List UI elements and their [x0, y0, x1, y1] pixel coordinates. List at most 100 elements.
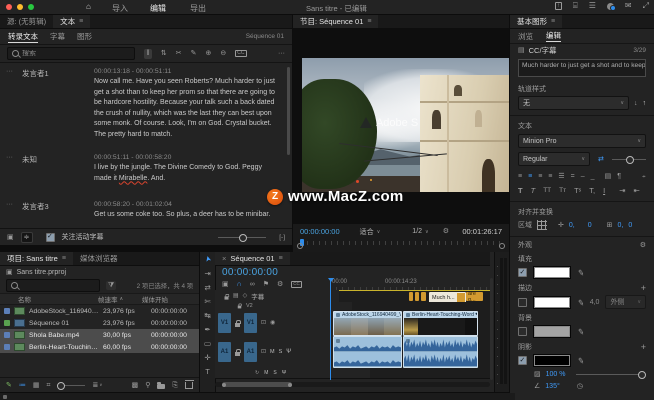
- column-name[interactable]: 名称: [18, 294, 98, 304]
- stroke-width-value[interactable]: 4,0: [590, 299, 600, 306]
- pull-style-icon[interactable]: ↑: [643, 100, 647, 107]
- stroke-type-dropdown[interactable]: 外侧∨: [605, 295, 646, 309]
- entry-text[interactable]: Get us some coke too. So plus, a deer ha…: [94, 210, 280, 221]
- kerning-icon[interactable]: ⇥: [619, 186, 625, 195]
- track-style-dropdown[interactable]: 无∨: [518, 96, 629, 110]
- transcript-search[interactable]: [7, 47, 135, 60]
- project-search[interactable]: [6, 279, 100, 292]
- menu-import[interactable]: 导入: [112, 3, 128, 14]
- project-file-name[interactable]: Sans titre.prproj: [17, 269, 66, 276]
- list-view-icon[interactable]: ≔: [19, 381, 26, 389]
- pen-tool[interactable]: ✒: [200, 322, 215, 336]
- add-speaker-icon[interactable]: ⊕: [206, 50, 212, 57]
- panel-menu-icon[interactable]: ≡: [367, 18, 371, 25]
- panel-menu-icon[interactable]: ≡: [62, 255, 66, 262]
- speaker-label[interactable]: 发言者3: [22, 201, 94, 212]
- fill-checkbox[interactable]: [518, 268, 527, 277]
- track-lock-icon[interactable]: [235, 323, 240, 327]
- anchor-y-value[interactable]: 0: [628, 222, 632, 229]
- scrollbar-thumb[interactable]: [222, 382, 292, 387]
- traffic-close-button[interactable]: [6, 4, 12, 10]
- tabs-options-icon[interactable]: ⍆: [642, 173, 646, 180]
- timeline-v-scrollbar[interactable]: [490, 278, 493, 380]
- track-output-eye-icon[interactable]: ◉: [270, 320, 275, 326]
- subtab-transcript[interactable]: 转录文本: [8, 31, 38, 43]
- caption-text-field[interactable]: Much harder to just get a shot and to ke…: [518, 59, 646, 77]
- caption-fragment[interactable]: [421, 292, 426, 301]
- transcript-search-input[interactable]: [22, 50, 130, 57]
- eg-tab-edit[interactable]: 编辑: [546, 30, 561, 42]
- align-right-icon[interactable]: ≡: [538, 173, 542, 180]
- add-marker-icon[interactable]: ⚑: [263, 281, 269, 288]
- remove-speaker-icon[interactable]: ⊖: [220, 50, 226, 57]
- slider-knob[interactable]: [239, 234, 247, 242]
- track-target-v1[interactable]: V1: [244, 313, 257, 333]
- source-patch-a1[interactable]: A1: [218, 342, 231, 362]
- icon-view-icon[interactable]: ▦: [33, 382, 40, 389]
- justify-last-left-icon[interactable]: ≡: [548, 173, 552, 180]
- item-name[interactable]: Séquence 01: [29, 320, 99, 327]
- track-lock-icon[interactable]: [238, 305, 242, 308]
- all-caps-icon[interactable]: TT: [543, 187, 551, 194]
- project-search-input[interactable]: [21, 282, 95, 289]
- track-lock-icon[interactable]: [235, 352, 240, 356]
- menu-export[interactable]: 导出: [190, 3, 206, 14]
- faux-italic-icon[interactable]: T: [531, 186, 536, 195]
- project-item-selected[interactable]: Berlin-Heart-Touching-Word 60,00 fps 00:…: [0, 341, 199, 353]
- transcript-play-icon[interactable]: ‖: [144, 49, 152, 59]
- scroll-handle-left[interactable]: [297, 243, 303, 249]
- linked-selection-icon[interactable]: ∞: [250, 281, 255, 288]
- clear-icon[interactable]: [185, 382, 193, 389]
- more-options-icon[interactable]: ···: [278, 50, 285, 57]
- home-icon[interactable]: ⌂: [86, 3, 91, 11]
- timeline-playhead[interactable]: [330, 278, 331, 380]
- push-style-icon[interactable]: ↓: [634, 100, 638, 107]
- entry-options-icon[interactable]: ···: [6, 154, 22, 161]
- project-item[interactable]: AdobeStock_116940499_V... 23,976 fps 00:…: [0, 305, 199, 317]
- superscript-icon[interactable]: Tˢ: [574, 186, 581, 195]
- zone-grid-icon[interactable]: [537, 220, 547, 230]
- tab-text[interactable]: 文本≡: [53, 15, 90, 28]
- captions-cc-icon[interactable]: CC: [235, 50, 246, 57]
- column-start[interactable]: 媒体开始: [142, 294, 168, 304]
- shadow-opacity-value[interactable]: 100 %: [546, 371, 566, 378]
- align-center-icon[interactable]: ≡: [528, 173, 532, 180]
- font-style-dropdown[interactable]: Regular∨: [518, 152, 590, 166]
- add-stroke-icon[interactable]: +: [641, 284, 646, 293]
- freeform-view-icon[interactable]: ⌗: [47, 382, 51, 389]
- video-clip[interactable]: Berlin-Heart-Touching-Word ❤..: [403, 311, 478, 336]
- project-writable-icon[interactable]: ✎: [6, 381, 12, 389]
- progress-dashboard-icon[interactable]: ⌸: [573, 2, 578, 10]
- close-tab-icon[interactable]: ×: [222, 254, 226, 263]
- entry-text[interactable]: Now call me. Have you seen Roberts? Much…: [94, 77, 280, 140]
- transcript-entry[interactable]: ··· 未知 00:00:51:11 - 00:00:58:20 I live …: [0, 154, 292, 184]
- view-toggle-icon[interactable]: ≑: [21, 232, 33, 243]
- slider-knob[interactable]: [638, 371, 646, 379]
- playhead-caret[interactable]: [328, 278, 334, 282]
- ripple-edit-tool[interactable]: ⇄: [200, 280, 215, 294]
- shadow-angle-value[interactable]: 135°: [545, 383, 559, 390]
- automate-to-sequence-icon[interactable]: ▩: [132, 382, 139, 389]
- panel-menu-icon[interactable]: ≡: [79, 18, 83, 25]
- program-position-timecode[interactable]: 00:00:00:00: [300, 227, 340, 236]
- panel-menu-icon[interactable]: ≡: [279, 255, 283, 262]
- anchor-icon[interactable]: ⊞: [607, 222, 613, 229]
- project-item[interactable]: Séquence 01 23,976 fps 00:00:00:00: [0, 317, 199, 329]
- paragraph-icon[interactable]: ¶: [617, 173, 621, 180]
- audio-track-a1-body[interactable]: [333, 336, 490, 369]
- audio-clip[interactable]: [333, 336, 402, 368]
- swap-speaker-icon[interactable]: ⇅: [161, 50, 167, 57]
- subtab-captions[interactable]: 字幕: [50, 31, 65, 42]
- caption-fragment[interactable]: [415, 292, 419, 301]
- label-color-chip[interactable]: [4, 344, 10, 350]
- column-fps[interactable]: 帧速率∧: [98, 294, 142, 304]
- eg-tab-browse[interactable]: 浏览: [518, 31, 533, 42]
- font-size-slider[interactable]: [612, 159, 646, 160]
- razor-tool[interactable]: ✄: [200, 294, 215, 308]
- track-target-a1[interactable]: A1: [244, 342, 257, 362]
- type-tool[interactable]: T: [200, 364, 215, 378]
- label-color-chip[interactable]: [4, 332, 10, 338]
- angle-dial-icon[interactable]: ◷: [577, 383, 583, 390]
- stroke-color-swatch[interactable]: [533, 296, 571, 309]
- tab-program[interactable]: 节目: Séquence 01≡: [293, 15, 378, 28]
